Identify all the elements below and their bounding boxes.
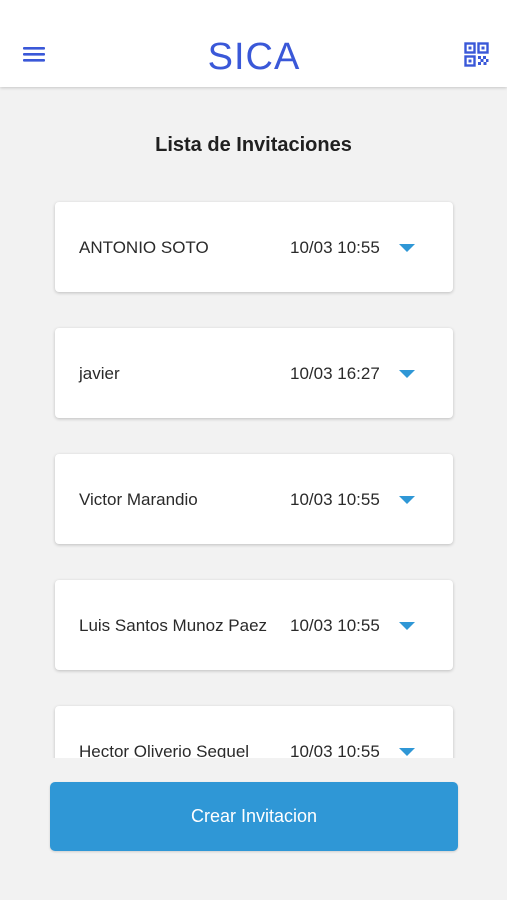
menu-button[interactable] (20, 42, 50, 66)
invitation-datetime: 10/03 10:55 (290, 742, 380, 758)
invitation-card[interactable]: Victor Marandio 10/03 10:55 (55, 454, 453, 544)
invitation-name: Victor Marandio (79, 490, 198, 509)
invitation-name: ANTONIO SOTO (79, 238, 209, 257)
invitation-name: Luis Santos Munoz Paez (79, 616, 268, 635)
invitation-card[interactable]: javier 10/03 16:27 (55, 328, 453, 418)
create-invitation-button[interactable]: Crear Invitacion (50, 782, 458, 851)
invitation-datetime: 10/03 10:55 (290, 490, 380, 509)
invitation-name: javier (79, 364, 120, 383)
sica-logo: SICA (207, 36, 300, 78)
invitation-datetime: 10/03 10:55 (290, 616, 380, 635)
caret-down-icon[interactable] (398, 746, 416, 758)
caret-down-icon[interactable] (398, 494, 416, 506)
logo-text: SICA (207, 36, 300, 78)
page-title: Lista de Invitaciones (155, 134, 352, 156)
hamburger-menu-icon (23, 47, 45, 62)
caret-down-icon[interactable] (398, 242, 416, 254)
app-header: SICA (0, 0, 507, 87)
qr-code-icon (464, 42, 489, 67)
caret-down-icon[interactable] (398, 368, 416, 380)
invitation-name: Hector Oliverio Sequel (79, 742, 250, 758)
caret-down-icon[interactable] (398, 620, 416, 632)
qr-code-button[interactable] (463, 41, 493, 71)
invitation-card[interactable]: ANTONIO SOTO 10/03 10:55 (55, 202, 453, 292)
invitation-card[interactable]: Luis Santos Munoz Paez 10/03 10:55 (55, 580, 453, 670)
invitation-card[interactable]: Hector Oliverio Sequel 10/03 10:55 (55, 706, 453, 758)
invitation-list[interactable]: ANTONIO SOTO 10/03 10:55 javier 10/03 16… (0, 190, 507, 758)
invitation-datetime: 10/03 10:55 (290, 238, 380, 257)
invitation-datetime: 10/03 16:27 (290, 364, 380, 383)
